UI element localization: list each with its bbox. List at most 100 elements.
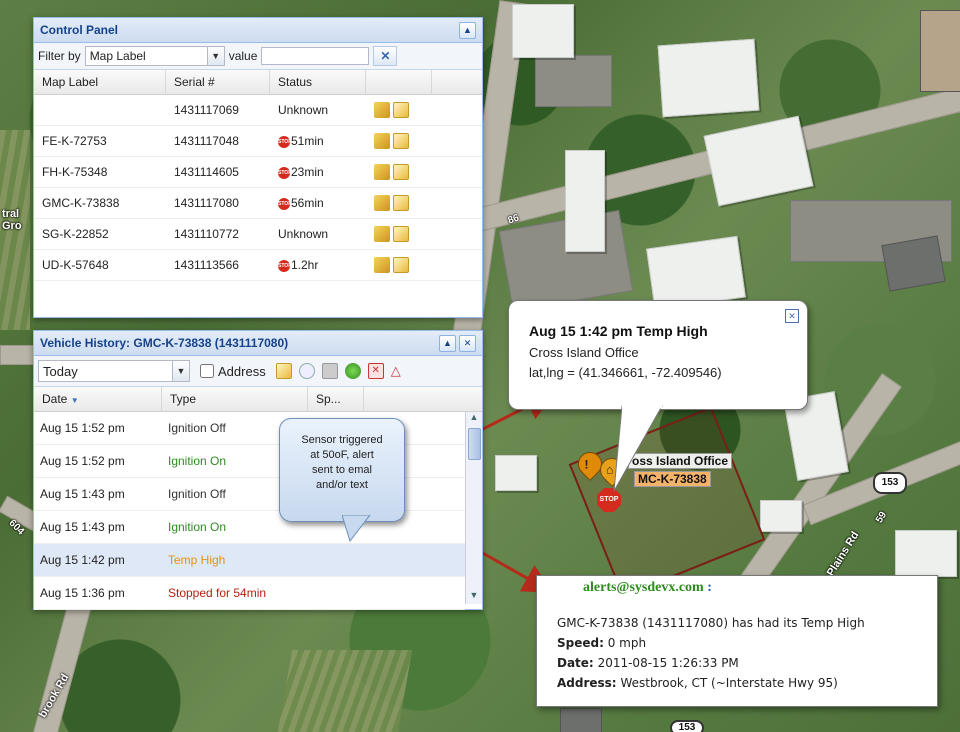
email-from: alerts@sysdevx.com : [583,580,712,596]
building [703,115,814,207]
map-place-label-line: Gro [2,220,22,232]
collapse-icon: ▲ [463,25,472,35]
history-type: Stopped for 54min [168,586,267,600]
search-icon[interactable] [298,363,315,379]
edit-icon[interactable] [393,102,409,118]
table-row[interactable]: SG-K-22852 1431110772 Unknown [34,219,482,250]
popup-tail [613,405,663,492]
highway-shield-153-bottom: 153 [670,720,704,732]
column-header-status[interactable]: Status [270,70,366,94]
cell-actions [366,133,432,149]
scrollbar[interactable]: ▲ ▼ [465,412,482,604]
email-alert-box: alerts@sysdevx.com : GMC-K-73838 (143111… [536,575,938,707]
vehicle-grid-header: Map Label Serial # Status [34,70,482,95]
cell-serial: 1431110772 [174,227,239,241]
sensor-settings-icon[interactable] [374,257,390,273]
cell-actions [366,226,432,242]
collapse-button[interactable]: ▲ [459,21,476,39]
edit-icon[interactable] [393,195,409,211]
cell-serial: 1431117080 [174,196,239,210]
clear-icon[interactable]: ✕ [367,363,384,379]
cell-status: STOP56min [270,196,366,210]
play-icon[interactable] [344,363,361,379]
history-type: Ignition On [168,520,227,534]
close-button[interactable]: ✕ [459,334,476,352]
collapse-button[interactable]: ▲ [439,334,456,352]
history-date: Aug 15 1:43 pm [40,487,125,501]
vehicle-history-header: Vehicle History: GMC-K-73838 (1431117080… [34,331,482,356]
table-row[interactable]: UD-K-57648 1431113566 STOP1.2hr [34,250,482,281]
sensor-settings-icon[interactable] [374,226,390,242]
filter-value-input[interactable] [261,47,370,65]
date-value: 2011-08-15 1:26:33 PM [597,656,739,670]
column-header-filler [364,387,482,411]
edit-icon[interactable] [393,164,409,180]
lock-icon[interactable] [321,363,338,379]
column-header-date[interactable]: Date ▼ [34,387,162,411]
sensor-settings-icon[interactable] [374,133,390,149]
crop-field [277,650,413,732]
note-line: and/or text [316,479,368,491]
history-row[interactable]: Aug 15 1:36 pm Stopped for 54min [34,577,465,610]
cell-actions [366,164,432,180]
column-header-map-label[interactable]: Map Label [34,70,166,94]
building [920,10,960,92]
chevron-down-icon[interactable]: ▼ [206,47,224,65]
scroll-up-icon[interactable]: ▲ [466,412,482,426]
filter-toolbar: Filter by Map Label ▼ value ✕ [34,43,482,70]
table-row[interactable]: 1431117069 Unknown [34,95,482,126]
popup-close-button[interactable]: ✕ [785,309,799,323]
cell-status: STOP23min [270,165,366,179]
table-row[interactable]: FH-K-75348 1431114605 STOP23min [34,157,482,188]
filter-field-select[interactable]: Map Label ▼ [84,46,225,66]
history-row[interactable]: Aug 15 1:42 pm Temp High [34,544,465,577]
building [495,455,537,491]
vehicle-history-title: Vehicle History: GMC-K-73838 (1431117080… [40,336,289,350]
sensor-settings-icon[interactable] [374,164,390,180]
cell-map-label: SG-K-22852 [42,227,109,241]
popup-coords: lat,lng = (41.346661, -72.409546) [529,365,722,380]
table-row[interactable]: FE-K-72753 1431117048 STOP51min [34,126,482,157]
column-header-serial[interactable]: Serial # [166,70,270,94]
history-date: Aug 15 1:52 pm [40,454,125,468]
email-address: Address: Westbrook, CT (~Interstate Hwy … [557,676,838,690]
address-label: Address: [557,676,617,690]
sensor-settings-icon[interactable] [374,195,390,211]
edit-icon[interactable] [275,363,292,379]
email-from-suffix: : [707,580,712,595]
vehicle-history-panel: Vehicle History: GMC-K-73838 (1431117080… [33,330,483,610]
column-header-date-label: Date [42,392,68,406]
email-date: Date: 2011-08-15 1:26:33 PM [557,656,739,670]
column-header-speed[interactable]: Sp... [308,387,364,411]
sensor-settings-icon[interactable] [374,102,390,118]
cell-serial: 1431113566 [174,258,239,272]
note-line: sent to emal [312,464,372,476]
address-checkbox[interactable] [200,364,214,378]
scroll-down-icon[interactable]: ▼ [466,590,482,604]
note-line: Sensor triggered [301,434,383,446]
control-panel: Control Panel ▲ Filter by Map Label ▼ va… [33,17,483,318]
vehicle-grid-body: 1431117069 Unknown FE-K-72753 1431117048 STO… [34,95,482,281]
warning-icon[interactable]: △ [391,363,407,379]
sort-desc-icon: ▼ [70,396,79,405]
map-place-label-line: tral [2,208,20,220]
column-header-type[interactable]: Type [162,387,308,411]
column-header-actions [366,70,432,94]
chevron-down-icon[interactable]: ▼ [172,361,189,381]
edit-icon[interactable] [393,226,409,242]
status-text: Unknown [278,227,329,241]
date-range-value: Today [43,363,78,379]
scrollbar-thumb[interactable] [468,428,481,460]
history-date: Aug 15 1:43 pm [40,520,125,534]
date-range-select[interactable]: Today ▼ [38,360,190,382]
stop-status-icon: STOP [278,259,292,272]
cell-serial: 1431117048 [174,134,239,148]
edit-icon[interactable] [393,133,409,149]
clear-filter-button[interactable]: ✕ [373,46,398,66]
highway-shield-153: 153 [873,472,907,494]
popup-location: Cross Island Office [529,345,639,360]
cell-status: STOP51min [270,134,366,148]
history-grid-area: Aug 15 1:52 pm Ignition Off Aug 15 1:52 pm… [34,412,482,610]
table-row[interactable]: GMC-K-73838 1431117080 STOP56min [34,188,482,219]
edit-icon[interactable] [393,257,409,273]
